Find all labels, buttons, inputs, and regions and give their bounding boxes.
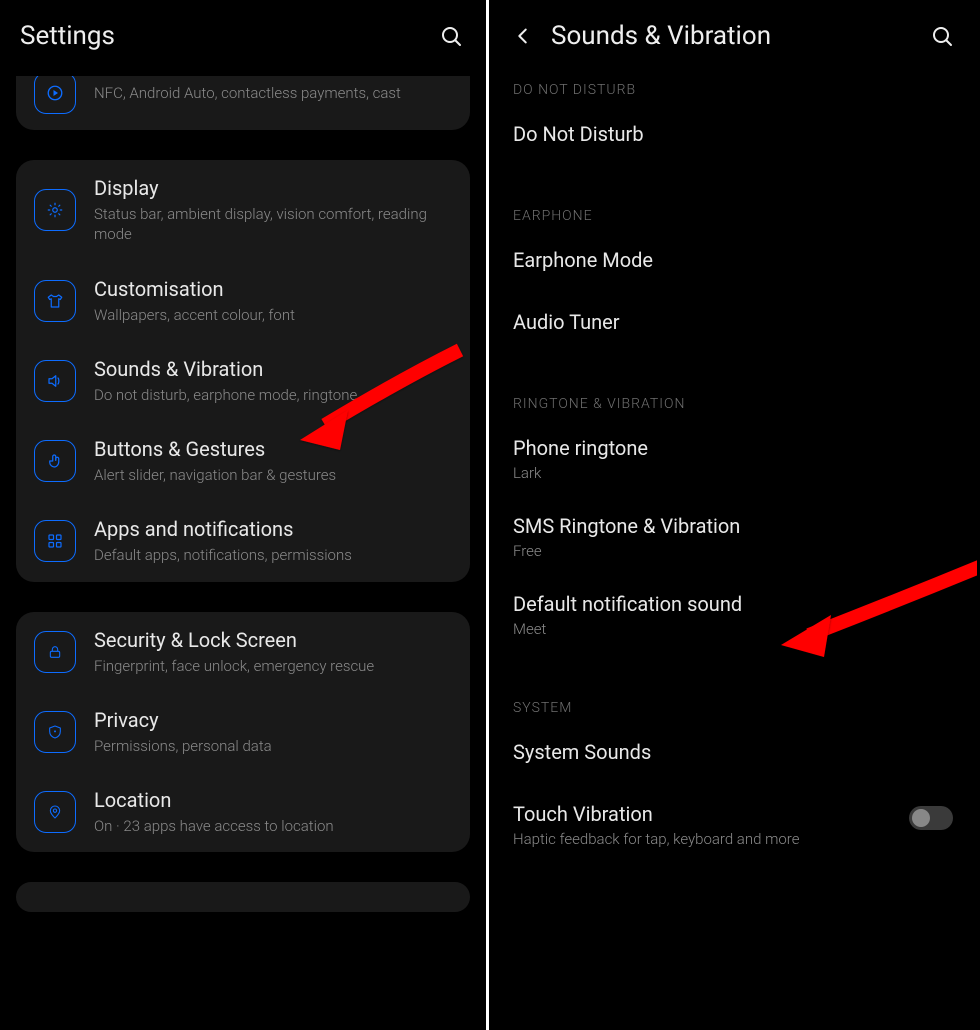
lock-icon bbox=[34, 631, 76, 673]
row-title: Apps and notifications bbox=[94, 517, 452, 541]
sounds-header: Sounds & Vibration bbox=[489, 0, 977, 72]
item-phone-ringtone[interactable]: Phone ringtone Lark bbox=[489, 420, 977, 498]
settings-row-connected-devices[interactable]: NFC, Android Auto, contactless payments,… bbox=[16, 76, 470, 130]
item-system-sounds[interactable]: System Sounds bbox=[489, 724, 977, 780]
row-title: Buttons & Gestures bbox=[94, 437, 452, 461]
settings-panel: Settings NFC, Android Auto, contactless … bbox=[0, 0, 489, 1030]
settings-row-security[interactable]: Security & Lock Screen Fingerprint, face… bbox=[16, 612, 470, 692]
item-earphone-mode[interactable]: Earphone Mode bbox=[489, 232, 977, 288]
item-do-not-disturb[interactable]: Do Not Disturb bbox=[489, 106, 977, 162]
item-subtitle: Haptic feedback for tap, keyboard and mo… bbox=[513, 830, 909, 848]
row-title: Sounds & Vibration bbox=[94, 357, 452, 381]
settings-card-connected: NFC, Android Auto, contactless payments,… bbox=[16, 76, 470, 130]
section-header-system: System bbox=[489, 654, 977, 724]
settings-header: Settings bbox=[0, 0, 486, 72]
search-button[interactable] bbox=[927, 21, 957, 51]
sounds-vibration-panel: Sounds & Vibration Do Not Disturb Do Not… bbox=[489, 0, 977, 1030]
play-icon bbox=[34, 76, 76, 114]
settings-card-device: Display Status bar, ambient display, vis… bbox=[16, 160, 470, 582]
brightness-icon bbox=[34, 189, 76, 231]
settings-card-next bbox=[16, 882, 470, 912]
settings-row-customisation[interactable]: Customisation Wallpapers, accent colour,… bbox=[16, 261, 470, 341]
settings-row-location[interactable]: Location On · 23 apps have access to loc… bbox=[16, 772, 470, 852]
item-title: Audio Tuner bbox=[513, 310, 953, 334]
row-subtitle: Alert slider, navigation bar & gestures bbox=[94, 465, 452, 485]
search-icon bbox=[930, 24, 954, 48]
row-subtitle: Default apps, notifications, permissions bbox=[94, 545, 452, 565]
item-title: Touch Vibration bbox=[513, 802, 909, 826]
page-title: Sounds & Vibration bbox=[551, 21, 771, 51]
item-default-notification-sound[interactable]: Default notification sound Meet bbox=[489, 576, 977, 654]
chevron-left-icon bbox=[512, 25, 534, 47]
settings-row-sounds-vibration[interactable]: Sounds & Vibration Do not disturb, earph… bbox=[16, 341, 470, 421]
speaker-icon bbox=[34, 360, 76, 402]
item-touch-vibration[interactable]: Touch Vibration Haptic feedback for tap,… bbox=[489, 780, 977, 864]
section-header-earphone: Earphone bbox=[489, 162, 977, 232]
search-icon bbox=[439, 24, 463, 48]
row-subtitle: Fingerprint, face unlock, emergency resc… bbox=[94, 656, 452, 676]
page-title: Settings bbox=[20, 21, 115, 51]
item-title: SMS Ringtone & Vibration bbox=[513, 514, 953, 538]
item-title: System Sounds bbox=[513, 740, 953, 764]
item-audio-tuner[interactable]: Audio Tuner bbox=[489, 288, 977, 350]
row-subtitle: Wallpapers, accent colour, font bbox=[94, 305, 452, 325]
settings-row-display[interactable]: Display Status bar, ambient display, vis… bbox=[16, 160, 470, 261]
settings-row-apps-notifications[interactable]: Apps and notifications Default apps, not… bbox=[16, 501, 470, 581]
row-subtitle: Permissions, personal data bbox=[94, 736, 452, 756]
row-subtitle: Do not disturb, earphone mode, ringtone bbox=[94, 385, 452, 405]
row-title: Security & Lock Screen bbox=[94, 628, 452, 652]
section-header-dnd: Do Not Disturb bbox=[489, 72, 977, 106]
row-subtitle: On · 23 apps have access to location bbox=[94, 816, 452, 836]
row-title: Location bbox=[94, 788, 452, 812]
shirt-icon bbox=[34, 280, 76, 322]
row-title: Privacy bbox=[94, 708, 452, 732]
item-title: Default notification sound bbox=[513, 592, 953, 616]
back-button[interactable] bbox=[509, 22, 537, 50]
item-subtitle: Lark bbox=[513, 464, 953, 482]
item-title: Do Not Disturb bbox=[513, 122, 953, 146]
row-title: Customisation bbox=[94, 277, 452, 301]
gesture-icon bbox=[34, 440, 76, 482]
location-icon bbox=[34, 791, 76, 833]
item-subtitle: Free bbox=[513, 542, 953, 560]
item-subtitle: Meet bbox=[513, 620, 953, 638]
section-header-ringtone: Ringtone & Vibration bbox=[489, 350, 977, 420]
item-sms-ringtone-vibration[interactable]: SMS Ringtone & Vibration Free bbox=[489, 498, 977, 576]
apps-icon bbox=[34, 520, 76, 562]
settings-row-buttons-gestures[interactable]: Buttons & Gestures Alert slider, navigat… bbox=[16, 421, 470, 501]
search-button[interactable] bbox=[436, 21, 466, 51]
touch-vibration-toggle[interactable] bbox=[909, 806, 953, 830]
settings-card-privacy: Security & Lock Screen Fingerprint, face… bbox=[16, 612, 470, 853]
shield-icon bbox=[34, 711, 76, 753]
row-subtitle: NFC, Android Auto, contactless payments,… bbox=[94, 83, 452, 103]
item-title: Phone ringtone bbox=[513, 436, 953, 460]
settings-row-privacy[interactable]: Privacy Permissions, personal data bbox=[16, 692, 470, 772]
row-title: Display bbox=[94, 176, 452, 200]
row-subtitle: Status bar, ambient display, vision comf… bbox=[94, 204, 452, 245]
item-title: Earphone Mode bbox=[513, 248, 953, 272]
